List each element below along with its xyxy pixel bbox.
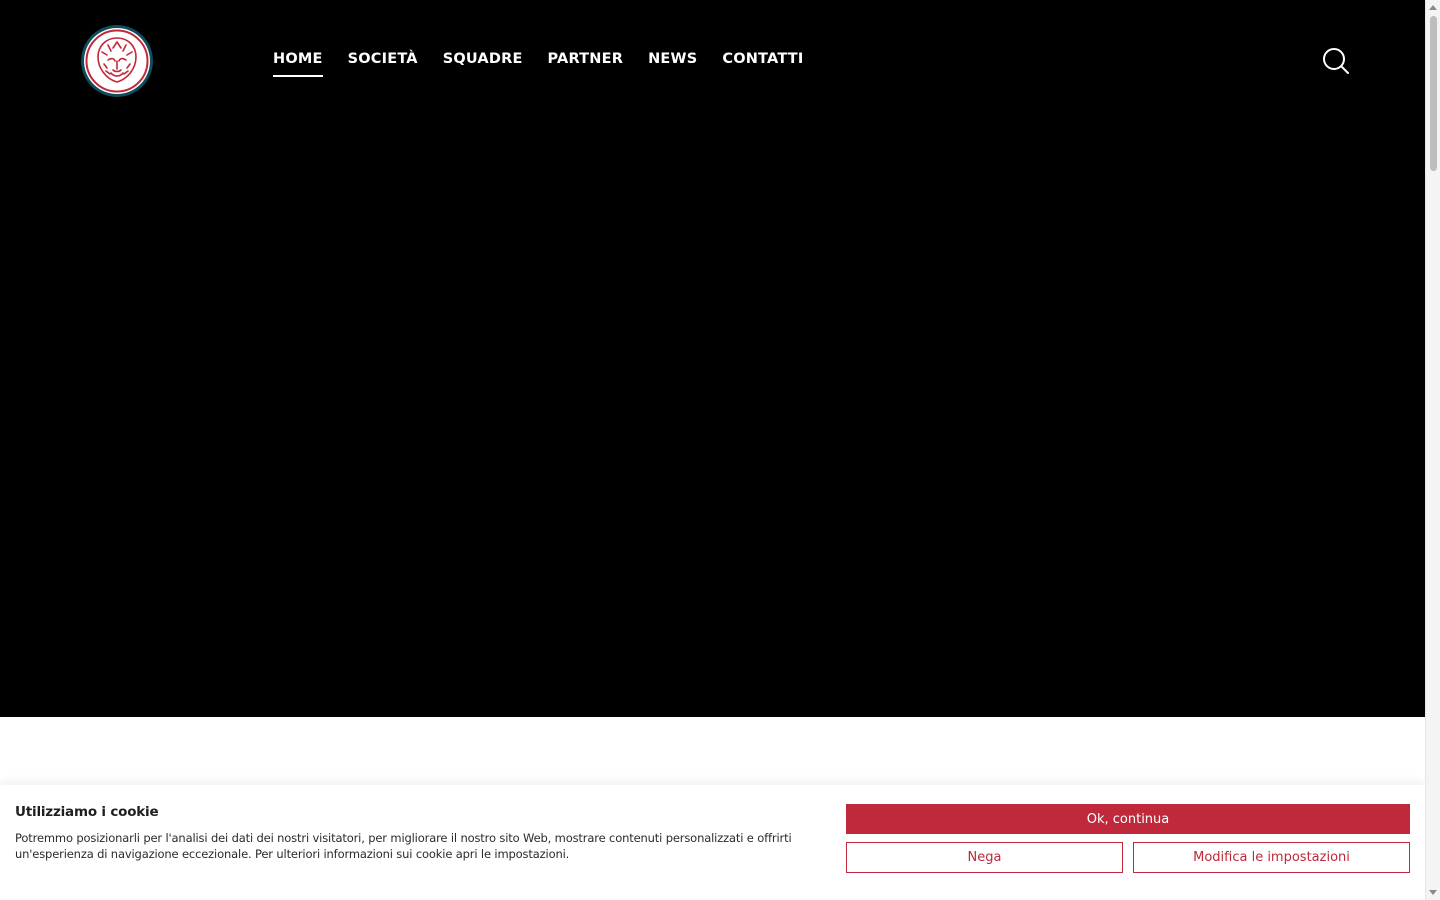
nav-item-contatti[interactable]: CONTATTI — [722, 49, 803, 75]
nav-item-partner[interactable]: PARTNER — [548, 49, 624, 75]
hero-video-area — [0, 0, 1425, 717]
scroll-up-arrow-icon[interactable] — [1429, 5, 1437, 10]
cookie-settings-button[interactable]: Modifica le impostazioni — [1133, 842, 1410, 873]
cookie-description: Potremmo posizionarli per l'analisi dei … — [15, 831, 792, 861]
club-logo[interactable] — [80, 24, 154, 98]
content-area — [0, 717, 1425, 785]
lion-crest-logo-icon — [81, 25, 153, 97]
deny-cookies-button[interactable]: Nega — [846, 842, 1123, 873]
cookie-banner: Utilizziamo i cookie Potremmo posizionar… — [0, 785, 1425, 900]
accept-cookies-button[interactable]: Ok, continua — [846, 804, 1410, 834]
nav-item-societa[interactable]: SOCIETÀ — [348, 49, 418, 75]
page-scrollbar[interactable] — [1425, 0, 1440, 900]
nav-item-news[interactable]: NEWS — [648, 49, 697, 75]
scroll-down-arrow-icon[interactable] — [1429, 890, 1437, 895]
cookie-title: Utilizziamo i cookie — [15, 804, 159, 820]
main-nav: HOME SOCIETÀ SQUADRE PARTNER NEWS CONTAT… — [273, 49, 828, 77]
nav-item-squadre[interactable]: SQUADRE — [443, 49, 523, 75]
search-button[interactable] — [1322, 47, 1350, 75]
scrollbar-thumb[interactable] — [1430, 16, 1437, 171]
nav-item-home[interactable]: HOME — [273, 49, 323, 77]
search-icon — [1323, 48, 1349, 74]
